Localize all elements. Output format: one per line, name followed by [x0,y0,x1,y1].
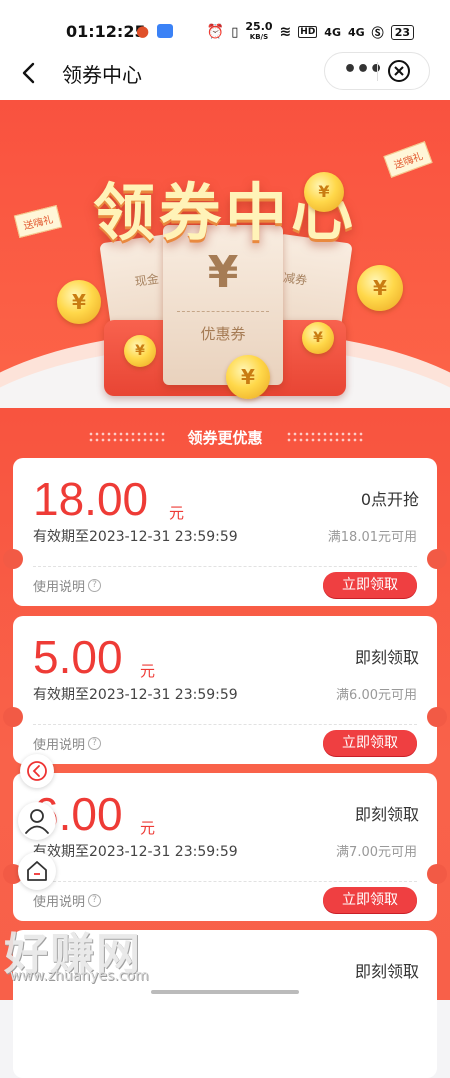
usage-info-label: 使用说明 [33,895,86,910]
usage-info-label: 使用说明 [33,738,86,753]
profile-float-button[interactable] [18,802,56,840]
status-right-icons: ⏰ ▯ 25.0 KB/S ≋ HD 4G 4G Ⓢ 23 [206,20,414,42]
close-circle-icon[interactable] [387,59,411,83]
gold-coin-icon: ¥ [57,280,101,324]
coupon-divider [33,566,417,567]
chevron-left-circle-icon [27,761,47,781]
status-time: 01:12:25 [66,22,146,41]
section-title: 领券更优惠 [187,429,263,447]
coupon-card: 5.00 元 即刻领取 有效期至2023-12-31 23:59:59 满6.0… [3,616,447,764]
status-bar: 01:12:25 ● ⏰ ▯ 25.0 KB/S ≋ HD 4G 4G Ⓢ 23 [0,0,450,52]
net-speed: 25.0 KB/S [245,20,273,41]
coupon-condition: 满6.00元可用 [336,688,417,703]
coupon-amount: 5.00 [33,631,123,683]
battery-indicator: 23 [390,24,414,40]
capsule-divider [377,62,378,81]
coupon-card: 18.00 元 0点开抢 有效期至2023-12-31 23:59:59 满18… [3,458,447,606]
signal-4g-2: 4G [347,25,365,39]
gold-coin-icon: ¥ [124,335,156,367]
bug-app-icon: ● [136,22,150,40]
coupon-unit: 元 [140,819,156,837]
usage-info-label: 使用说明 [33,580,86,595]
back-arrow-icon[interactable] [14,58,44,88]
usage-info-link[interactable]: 使用说明 ? [33,734,102,753]
question-icon: ? [88,737,102,750]
voucher-divider [177,311,269,312]
voucher-left-text: 现金 [134,271,160,289]
voucher-center-text: 优惠券 [200,325,246,343]
coupon-status: 即刻领取 [354,962,419,981]
coupon-card: 6.00 元 即刻领取 有效期至2023-12-31 23:59:59 满7.0… [3,773,447,921]
gold-coin-icon: ¥ [302,322,334,354]
coupon-unit: 元 [169,504,185,522]
gold-coin-icon: ¥ [226,355,270,399]
usage-info-link[interactable]: 使用说明 ? [33,576,102,595]
section-dots-right [286,431,364,443]
coupon-notch-left [3,707,23,727]
coupon-validity: 有效期至2023-12-31 23:59:59 [33,844,238,860]
signal-4g-1: 4G [324,25,341,39]
vibrate-icon: ▯ [231,24,239,40]
coupon-unit: 元 [140,662,156,680]
coupon-amount: 18.00 [33,473,149,525]
status-app-icons: ● [136,22,174,40]
coupon-notch-right [427,864,447,884]
question-icon: ? [88,894,102,907]
gold-coin-icon: ¥ [304,172,344,212]
wifi-icon: ≋ [279,24,292,40]
hd-badge: HD [298,26,318,38]
coupon-condition: 满7.00元可用 [336,845,417,860]
coupon-divider [33,724,417,725]
mini-program-capsule: ••• [324,52,430,90]
claim-button[interactable]: 立即领取 [323,730,417,756]
coupon-condition: 满18.01元可用 [327,530,417,545]
coupon-notch-right [427,707,447,727]
watermark-url: www.zhuanyes.com [10,968,149,984]
usage-info-link[interactable]: 使用说明 ? [33,891,102,910]
alarm-icon: ⏰ [206,24,225,40]
coupon-validity: 有效期至2023-12-31 23:59:59 [33,687,238,703]
page-title: 领券中心 [62,63,142,87]
claim-button[interactable]: 立即领取 [323,887,417,913]
home-float-button[interactable] [18,852,56,890]
gold-coin-icon: ¥ [357,265,403,311]
home-icon [27,861,47,881]
coupon-status: 即刻领取 [354,805,419,824]
cloud-app-icon [157,24,174,38]
coupon-validity: 有效期至2023-12-31 23:59:59 [33,529,238,545]
coupon-notch-right [427,549,447,569]
dollar-icon: Ⓢ [371,25,384,40]
coupon-status: 即刻领取 [354,648,419,667]
voucher-yen-symbol: ¥ [207,247,239,298]
coupon-divider [33,881,417,882]
collapse-float-button[interactable] [20,754,54,788]
nav-bar: 领券中心 ••• [0,48,450,100]
voucher-right-text: 减券 [282,270,309,288]
question-icon: ? [88,579,102,592]
coupon-status: 0点开抢 [360,490,419,509]
user-icon [25,809,49,834]
hero-title: 领券中心 [92,176,357,249]
home-indicator[interactable] [151,990,299,994]
claim-button[interactable]: 立即领取 [323,572,417,598]
coupon-notch-left [3,549,23,569]
